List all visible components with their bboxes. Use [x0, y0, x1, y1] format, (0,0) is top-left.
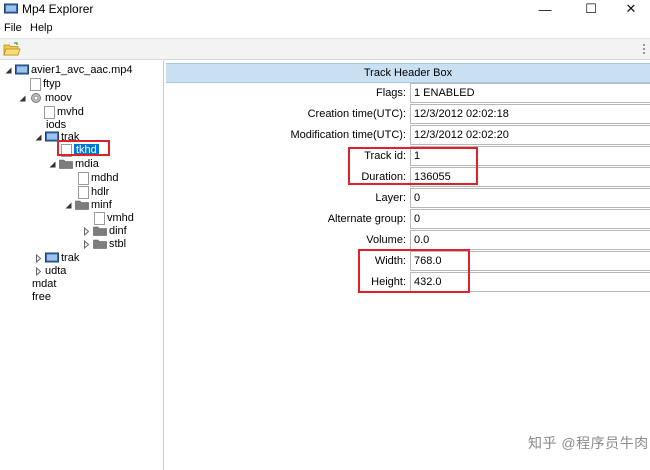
watermark: 知乎 @程序员牛肉 [528, 432, 648, 452]
box-icon [78, 171, 89, 185]
layer-field[interactable]: 0 [410, 188, 650, 208]
tree-node-label: mvhd [57, 106, 84, 118]
tree-node-vmhd[interactable]: vmhd [94, 211, 134, 225]
watermark-text: 知乎 @程序员牛肉 [528, 435, 649, 451]
modification-time-field[interactable]: 12/3/2012 02:02:20 [410, 125, 650, 145]
tree-node-ftyp[interactable]: ftyp [30, 77, 61, 91]
folder-icon [93, 239, 107, 249]
tree-node-label: moov [45, 92, 72, 104]
flags-field[interactable]: 1 ENABLED [410, 83, 650, 103]
box-icon [94, 211, 105, 225]
collapse-arrow-icon[interactable] [48, 160, 57, 169]
toolbar-grip-icon [643, 44, 645, 54]
tree-node-label: vmhd [107, 212, 134, 224]
alternate-group-field[interactable]: 0 [410, 209, 650, 229]
expand-arrow-icon[interactable] [82, 239, 91, 249]
folder-icon [59, 159, 73, 169]
tree-node-label: stbl [109, 238, 127, 250]
tree-node-stbl[interactable]: stbl [82, 237, 126, 251]
collapse-arrow-icon[interactable] [34, 133, 43, 142]
tree-node-label: avier1_avc_aac.mp4 [31, 64, 133, 76]
tree-node-label: free [32, 291, 51, 303]
property-label: Volume: [366, 234, 406, 246]
tree-node-mvhd[interactable]: mvhd [44, 105, 84, 119]
property-label: Alternate group: [327, 213, 406, 225]
box-tree[interactable]: avier1_avc_aac.mp4 ftyp moov mvhd iods t… [0, 61, 164, 470]
collapse-arrow-icon[interactable] [64, 201, 73, 210]
property-label: Creation time(UTC): [307, 108, 406, 120]
property-row-flags: Flags: 1 ENABLED [166, 83, 650, 104]
tree-node-trak-2[interactable]: trak [34, 251, 79, 265]
toolbar [0, 38, 650, 60]
width-height-callout [358, 249, 470, 293]
collapse-arrow-icon[interactable] [4, 66, 13, 75]
app-icon [4, 3, 18, 14]
tree-node-label: mdhd [91, 172, 119, 184]
tree-node-minf[interactable]: minf [64, 198, 112, 212]
close-button[interactable]: ✕ [612, 0, 650, 18]
property-label: Flags: [376, 87, 406, 99]
maximize-button[interactable]: ☐ [568, 0, 614, 18]
track-id-duration-callout [348, 147, 478, 185]
tree-node-label: ftyp [43, 78, 61, 90]
tree-node-moov[interactable]: moov [18, 91, 72, 105]
tree-node-label: udta [45, 265, 67, 277]
tree-node-hdlr[interactable]: hdlr [78, 185, 109, 199]
folder-icon [75, 200, 89, 210]
open-folder-icon[interactable] [3, 42, 21, 57]
creation-time-field[interactable]: 12/3/2012 02:02:18 [410, 104, 650, 124]
folder-icon [93, 226, 107, 236]
mp4-file-icon [15, 64, 29, 75]
tree-node-label: hdlr [91, 186, 110, 198]
tree-node-root[interactable]: avier1_avc_aac.mp4 [4, 63, 133, 77]
box-icon [44, 105, 55, 119]
property-row-alternate-group: Alternate group: 0 [166, 209, 650, 230]
expand-arrow-icon[interactable] [82, 226, 91, 236]
volume-field[interactable]: 0.0 [410, 230, 650, 250]
gear-icon [31, 93, 41, 103]
details-header: Track Header Box [166, 63, 650, 83]
minimize-button[interactable]: — [522, 0, 568, 18]
track-icon [45, 252, 59, 263]
selection-callout [57, 140, 110, 156]
tree-node-label: trak [61, 252, 80, 264]
property-grid: Track Header Box Flags: 1 ENABLED Creati… [166, 61, 650, 470]
tree-node-label: minf [91, 199, 112, 211]
tree-node-label: mdat [32, 278, 57, 290]
box-icon [30, 77, 41, 91]
tree-node-mdhd[interactable]: mdhd [78, 171, 119, 185]
menu-bar: File Help [0, 20, 650, 38]
menu-file[interactable]: File [4, 22, 22, 34]
property-row-modification-time: Modification time(UTC): 12/3/2012 02:02:… [166, 125, 650, 146]
tree-node-label: mdia [75, 158, 99, 170]
expand-arrow-icon[interactable] [34, 266, 43, 276]
property-label: Modification time(UTC): [290, 129, 406, 141]
menu-help[interactable]: Help [30, 22, 53, 34]
property-row-layer: Layer: 0 [166, 188, 650, 209]
tree-node-free[interactable]: free [32, 290, 51, 304]
property-row-creation-time: Creation time(UTC): 12/3/2012 02:02:18 [166, 104, 650, 125]
tree-node-label: dinf [109, 225, 127, 237]
collapse-arrow-icon[interactable] [18, 94, 27, 103]
window-title: Mp4 Explorer [22, 2, 94, 16]
title-bar: Mp4 Explorer — ☐ ✕ [0, 0, 650, 20]
property-label: Layer: [375, 192, 406, 204]
tree-node-mdat[interactable]: mdat [32, 277, 56, 291]
property-row-volume: Volume: 0.0 [166, 230, 650, 251]
tree-node-mdia[interactable]: mdia [48, 157, 99, 171]
box-icon [78, 185, 89, 199]
tree-node-dinf[interactable]: dinf [82, 224, 127, 238]
tree-node-udta[interactable]: udta [34, 264, 66, 278]
expand-arrow-icon[interactable] [34, 253, 43, 263]
